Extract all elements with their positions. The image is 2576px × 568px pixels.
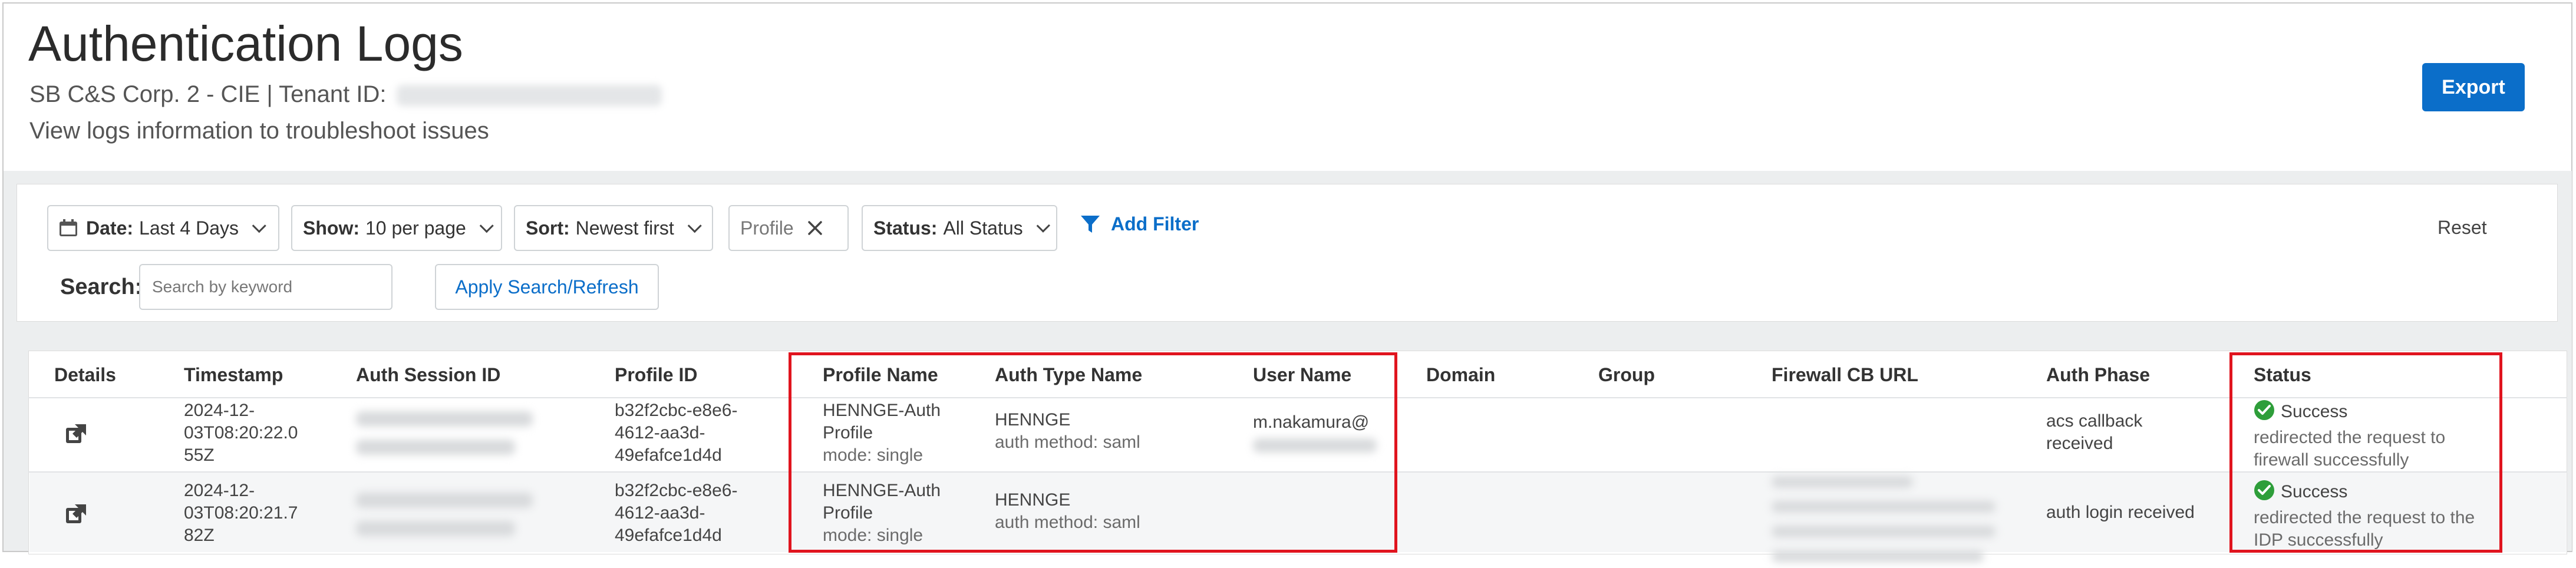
column-header-details[interactable]: Details <box>54 364 116 386</box>
show-filter-dropdown[interactable]: Show: 10 per page <box>291 205 502 251</box>
apply-search-button[interactable]: Apply Search/Refresh <box>435 264 659 310</box>
tenant-label: SB C&S Corp. 2 - CIE | Tenant ID: <box>29 81 387 107</box>
date-filter-label: Date: <box>86 217 134 239</box>
sort-value: Newest first <box>575 217 674 239</box>
close-icon[interactable] <box>807 220 823 236</box>
page-title: Authentication Logs <box>28 16 463 71</box>
auth-phase-cell: auth login received <box>2046 503 2195 522</box>
show-filter-value: 10 per page <box>365 217 466 239</box>
firewall-cb-url-redacted <box>1772 471 1996 568</box>
sort-dropdown[interactable]: Sort: Newest first <box>514 205 713 251</box>
auth-session-id-redacted <box>356 491 533 542</box>
highlight-box-profile-user <box>789 352 1397 553</box>
timestamp-cell: 2024-12- 03T08:20:21.7 82Z <box>184 481 298 545</box>
search-input[interactable] <box>139 264 392 310</box>
status-filter-label: Status: <box>873 217 938 239</box>
column-header-auth-phase[interactable]: Auth Phase <box>2046 364 2150 386</box>
export-button[interactable]: Export <box>2422 63 2525 111</box>
page-subtitle: View logs information to troubleshoot is… <box>29 118 489 144</box>
column-header-timestamp[interactable]: Timestamp <box>184 364 283 386</box>
profile-id-cell: b32f2cbc-e8e6- 4612-aa3d- 49efafce1d4d <box>615 481 738 545</box>
timestamp-cell: 2024-12- 03T08:20:22.0 55Z <box>184 401 298 465</box>
reset-button[interactable]: Reset <box>2438 217 2487 239</box>
tenant-line: SB C&S Corp. 2 - CIE | Tenant ID: <box>29 81 662 108</box>
chevron-down-icon <box>687 218 702 233</box>
date-filter-dropdown[interactable]: Date: Last 4 Days <box>47 205 279 251</box>
chevron-down-icon <box>1036 218 1050 233</box>
add-filter-button[interactable]: Add Filter <box>1080 213 1199 235</box>
profile-filter-chip[interactable]: Profile <box>728 205 849 251</box>
column-header-firewall-cb-url[interactable]: Firewall CB URL <box>1772 364 1918 386</box>
column-header-profile-id[interactable]: Profile ID <box>615 364 697 386</box>
date-filter-value: Last 4 Days <box>139 217 239 239</box>
column-header-group[interactable]: Group <box>1598 364 1655 386</box>
open-details-icon[interactable] <box>65 502 88 529</box>
tenant-id-redacted <box>396 85 662 107</box>
chevron-down-icon <box>252 218 266 233</box>
status-filter-value: All Status <box>943 217 1023 239</box>
sort-label: Sort: <box>526 217 570 239</box>
chevron-down-icon <box>479 218 494 233</box>
open-details-icon[interactable] <box>65 422 88 448</box>
highlight-box-status <box>2229 352 2502 553</box>
calendar-icon <box>59 219 78 237</box>
column-header-domain[interactable]: Domain <box>1426 364 1495 386</box>
profile-id-cell: b32f2cbc-e8e6- 4612-aa3d- 49efafce1d4d <box>615 401 738 465</box>
show-filter-label: Show: <box>303 217 359 239</box>
status-filter-dropdown[interactable]: Status: All Status <box>862 205 1057 251</box>
add-filter-label: Add Filter <box>1111 213 1199 235</box>
filter-icon <box>1081 215 1100 233</box>
auth-phase-cell: acs callback received <box>2046 411 2143 453</box>
search-label: Search: <box>60 275 143 299</box>
column-header-auth-session-id[interactable]: Auth Session ID <box>356 364 500 386</box>
profile-chip-label: Profile <box>740 217 794 239</box>
auth-session-id-redacted <box>356 410 533 461</box>
